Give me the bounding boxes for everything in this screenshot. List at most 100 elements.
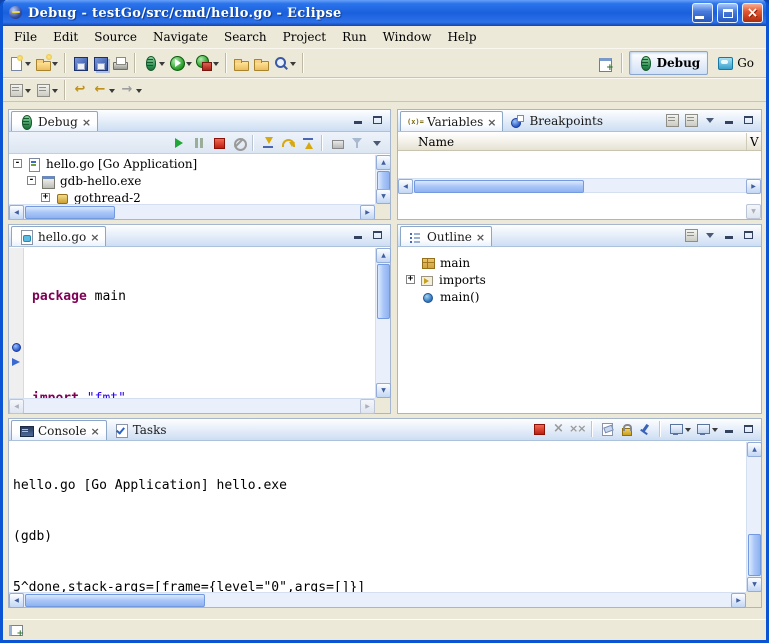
menu-help[interactable]: Help (439, 28, 484, 46)
new-wizard-button[interactable] (6, 51, 33, 75)
menu-window[interactable]: Window (375, 28, 440, 46)
variables-tree-area[interactable] (398, 151, 761, 178)
breakpoint-marker-icon[interactable] (12, 343, 21, 352)
scroll-up-button[interactable] (376, 155, 390, 170)
debug-launch-button[interactable] (140, 51, 167, 75)
console-output-area[interactable]: hello.go [Go Application] hello.exe (gdb… (9, 442, 746, 592)
scroll-left-button[interactable] (9, 399, 24, 414)
close-icon[interactable] (487, 115, 496, 129)
maximize-view-button[interactable] (740, 227, 756, 242)
forward-button[interactable] (117, 80, 144, 100)
tab-variables[interactable]: Variables (400, 111, 503, 131)
scroll-right-button[interactable] (360, 205, 375, 219)
scrollbar-thumb[interactable] (414, 180, 584, 193)
variables-horizontal-scrollbar[interactable] (398, 178, 761, 193)
close-icon[interactable] (476, 230, 485, 244)
disconnect-button[interactable] (229, 133, 248, 153)
scroll-right-button[interactable] (746, 179, 761, 194)
last-edit-location-button[interactable] (70, 80, 90, 100)
close-icon[interactable] (90, 424, 99, 438)
column-name[interactable]: Name (398, 133, 747, 150)
console-vertical-scrollbar[interactable] (746, 442, 761, 592)
editor-vertical-scrollbar[interactable] (375, 248, 390, 398)
scroll-lock-button[interactable] (618, 421, 634, 436)
scrollbar-thumb[interactable] (377, 264, 390, 319)
search-button[interactable] (271, 51, 298, 75)
code-area[interactable]: package main import "fmt" func main() { … (24, 248, 375, 398)
expand-expander-icon[interactable] (41, 193, 50, 202)
close-icon[interactable] (90, 230, 99, 244)
tab-outline[interactable]: Outline (400, 226, 492, 246)
scroll-down-button[interactable] (376, 189, 390, 204)
menu-run[interactable]: Run (334, 28, 375, 46)
tab-breakpoints[interactable]: Breakpoints (503, 111, 609, 131)
menu-file[interactable]: File (6, 28, 45, 46)
scrollbar-thumb[interactable] (748, 534, 761, 576)
clear-console-button[interactable] (599, 421, 615, 436)
scroll-left-button[interactable] (9, 205, 24, 219)
resume-button[interactable] (169, 133, 188, 153)
maximize-view-button[interactable] (740, 421, 756, 436)
menu-edit[interactable]: Edit (45, 28, 86, 46)
scroll-left-button[interactable] (9, 593, 24, 608)
menu-source[interactable]: Source (86, 28, 145, 46)
run-launch-button[interactable] (167, 51, 194, 75)
column-value[interactable]: V (747, 135, 761, 149)
open-console-button[interactable] (694, 421, 718, 436)
scroll-down-button[interactable] (747, 577, 762, 592)
scroll-left-button[interactable] (398, 179, 413, 194)
code-line-2[interactable] (32, 339, 375, 356)
tree-item-process[interactable]: gdb-hello.exe (9, 172, 390, 189)
tree-item-launch[interactable]: hello.go [Go Application] (9, 155, 390, 172)
menu-search[interactable]: Search (216, 28, 275, 46)
code-line-3[interactable]: import "fmt" (32, 390, 375, 398)
scroll-down-button[interactable] (376, 383, 391, 398)
editor-horizontal-scrollbar[interactable] (9, 398, 375, 413)
maximize-button[interactable] (717, 3, 738, 23)
open-folder2-button[interactable] (251, 51, 271, 75)
editor-gutter[interactable] (9, 248, 24, 398)
maximize-view-button[interactable] (740, 112, 756, 127)
scroll-right-button[interactable] (731, 593, 746, 608)
step-over-button[interactable] (278, 133, 297, 153)
collapse-expander-icon[interactable] (27, 176, 36, 185)
minimize-view-button[interactable] (721, 227, 737, 242)
variables-detail-pane[interactable]: ▼ (398, 193, 761, 219)
minimize-view-button[interactable] (350, 227, 366, 242)
step-filters-button[interactable] (347, 133, 366, 153)
step-into-button[interactable] (258, 133, 277, 153)
variables-view-menu-button[interactable] (702, 112, 718, 127)
tab-hello-go[interactable]: hello.go (11, 226, 106, 246)
code-line-1[interactable]: package main (32, 288, 375, 305)
drop-to-frame-button[interactable] (327, 133, 346, 153)
outline-item-package[interactable]: main (398, 254, 761, 271)
console-horizontal-scrollbar[interactable] (9, 592, 746, 607)
save-button[interactable] (70, 51, 90, 75)
scroll-up-button[interactable] (747, 442, 762, 457)
perspective-debug-button[interactable]: Debug (629, 51, 709, 75)
terminate-console-button[interactable] (531, 421, 547, 436)
collapse-expander-icon[interactable] (13, 159, 22, 168)
save-all-button[interactable] (90, 51, 110, 75)
tab-debug[interactable]: Debug (11, 111, 98, 131)
close-button[interactable] (742, 3, 763, 23)
perspective-go-button[interactable]: Go (710, 51, 761, 75)
tab-tasks[interactable]: Tasks (107, 420, 173, 440)
collapse-all-button[interactable] (683, 112, 699, 127)
fast-view-icon[interactable] (8, 622, 24, 638)
maximize-view-button[interactable] (369, 227, 385, 242)
menu-project[interactable]: Project (275, 28, 334, 46)
minimize-button[interactable] (692, 3, 713, 23)
minimize-view-button[interactable] (721, 112, 737, 127)
debug-horizontal-scrollbar[interactable] (9, 204, 375, 219)
open-folder-button[interactable] (231, 51, 251, 75)
sort-button[interactable] (683, 227, 699, 242)
outline-view-menu-button[interactable] (702, 227, 718, 242)
outline-item-main-func[interactable]: main() (398, 288, 761, 305)
pin-console-button[interactable] (637, 421, 653, 436)
minimize-view-button[interactable] (721, 421, 737, 436)
outline-item-imports[interactable]: imports (398, 271, 761, 288)
previous-annotation-button[interactable] (33, 80, 60, 100)
expand-expander-icon[interactable] (406, 275, 415, 284)
menu-navigate[interactable]: Navigate (145, 28, 216, 46)
